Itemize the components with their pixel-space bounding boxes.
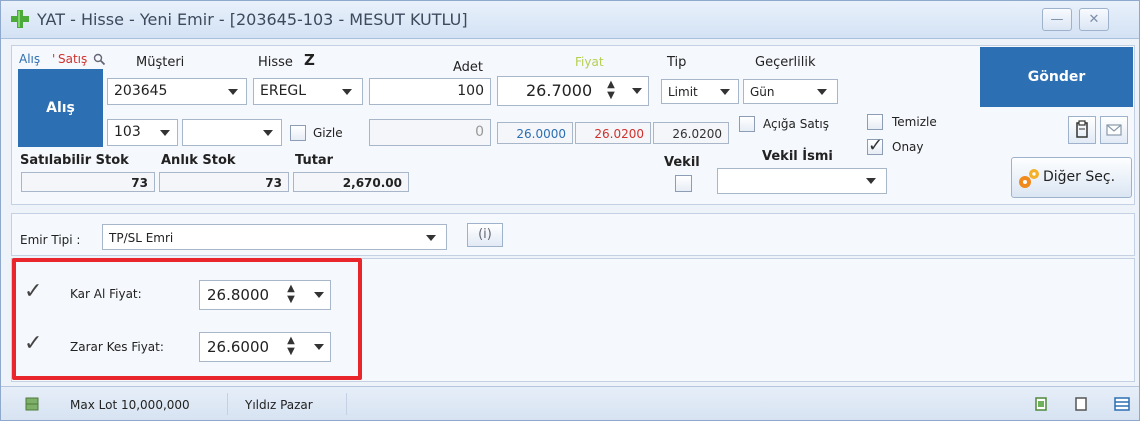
sellable-stock-value: 73 (21, 172, 155, 192)
list-icon[interactable] (1114, 397, 1130, 411)
instant-stock-value: 73 (159, 172, 289, 192)
customer-select[interactable]: 203645 (107, 78, 247, 105)
proxy-checkbox[interactable] (675, 175, 692, 192)
info-icon: (i) (478, 227, 492, 242)
clear-checkbox[interactable] (867, 114, 883, 130)
status-divider (227, 393, 228, 415)
chevron-down-icon (817, 89, 827, 95)
price-low-field: 26.0000 (497, 122, 573, 144)
side-separator: ' (52, 52, 56, 66)
other-options-button[interactable]: Diğer Seç. (1011, 157, 1132, 198)
quantity-secondary-input[interactable]: 0 (369, 119, 491, 146)
spin-up-icon[interactable]: ▲ (606, 80, 616, 90)
status-bar: Max Lot 10,000,000 Yıldız Pazar (1, 386, 1139, 420)
price-high-field: 26.0200 (575, 122, 651, 144)
minimize-icon: — (1050, 12, 1064, 27)
stock-select[interactable]: EREGL (253, 78, 363, 105)
max-lot-text: Max Lot 10,000,000 (70, 398, 190, 412)
instant-stock-label: Anlık Stok (161, 153, 236, 168)
chevron-down-icon (263, 130, 273, 136)
order-type-select[interactable]: TP/SL Emri (102, 224, 447, 250)
total-value: 2,670.00 (293, 172, 409, 192)
order-type-label: Emir Tipi : (20, 233, 81, 247)
close-button[interactable]: ✕ (1079, 8, 1109, 31)
account-select[interactable]: 103 (107, 119, 178, 146)
chevron-down-icon (866, 178, 876, 184)
doc-green-icon[interactable] (1034, 397, 1048, 411)
proxy-label: Vekil (664, 155, 700, 170)
status-divider (346, 393, 347, 415)
quantity-input[interactable]: 100 (369, 78, 491, 105)
customer-header: Müşteri (136, 55, 185, 70)
send-button[interactable]: Gönder (980, 47, 1133, 107)
price-header: Fiyat (575, 55, 604, 69)
plus-icon (11, 10, 29, 28)
validity-header: Geçerlilik (755, 55, 816, 70)
send-button-label: Gönder (1027, 69, 1086, 85)
total-label: Tutar (295, 153, 334, 168)
side-buy-link[interactable]: Alış (19, 52, 40, 66)
chevron-down-icon (720, 89, 730, 95)
side-sell-link[interactable]: Satış (58, 52, 87, 66)
buy-button-label: Alış (46, 100, 75, 116)
close-icon: ✕ (1088, 12, 1100, 27)
short-sell-label: Açığa Satış (763, 117, 829, 131)
sellable-stock-label: Satılabilir Stok (20, 153, 129, 168)
stock-header: Hisse (258, 55, 293, 70)
price-last-field: 26.0200 (653, 122, 729, 144)
clear-label: Temizle (892, 115, 937, 129)
proxy-name-select[interactable] (717, 168, 887, 194)
spin-down-icon[interactable]: ▼ (606, 91, 616, 101)
customer-value: 203645 (114, 83, 168, 99)
quantity-header: Adet (453, 60, 484, 75)
search-icon[interactable] (93, 53, 106, 66)
minimize-button[interactable]: — (1042, 8, 1072, 31)
order-type-value: TP/SL Emri (109, 231, 174, 245)
confirm-label: Onay (892, 140, 924, 154)
mail-button[interactable] (1100, 116, 1128, 144)
type-select[interactable]: Limit (661, 79, 739, 104)
title-bar: YAT - Hisse - Yeni Emir - [203645-103 - … (1, 1, 1139, 39)
other-options-label: Diğer Seç. (1043, 169, 1116, 185)
price-stepper[interactable]: 26.7000 ▲ ▼ (497, 76, 649, 106)
chevron-down-icon (160, 130, 170, 136)
validity-value: Gün (750, 85, 775, 99)
window-title: YAT - Hisse - Yeni Emir - [203645-103 - … (37, 10, 468, 29)
clipboard-icon (1076, 120, 1088, 138)
proxy-name-label: Vekil İsmi (762, 149, 833, 164)
hide-checkbox[interactable] (290, 125, 306, 141)
hide-label: Gizle (313, 126, 343, 140)
stock-value: EREGL (260, 83, 307, 99)
type-header: Tip (667, 55, 687, 70)
stock-z-header: Z (304, 51, 315, 69)
info-button[interactable]: (i) (467, 223, 503, 247)
chevron-down-icon (426, 235, 436, 241)
account-value: 103 (114, 124, 141, 140)
mail-icon (1106, 124, 1122, 136)
chevron-down-icon (342, 89, 352, 95)
check-icon: ✓ (868, 135, 884, 156)
buy-button[interactable]: Alış (18, 69, 103, 147)
market-text: Yıldız Pazar (245, 398, 313, 412)
short-sell-checkbox[interactable] (739, 116, 755, 132)
type-value: Limit (668, 85, 698, 99)
account-extra-select[interactable] (182, 119, 282, 146)
doc-icon[interactable] (1074, 397, 1088, 411)
chevron-down-icon[interactable] (632, 88, 642, 94)
chevron-down-icon (228, 89, 238, 95)
status-grid-icon (25, 397, 39, 411)
clipboard-button[interactable] (1068, 116, 1096, 144)
price-value: 26.7000 (526, 81, 593, 100)
highlight-box (12, 258, 362, 380)
gears-icon (1019, 169, 1039, 188)
order-window: YAT - Hisse - Yeni Emir - [203645-103 - … (0, 0, 1140, 421)
validity-select[interactable]: Gün (743, 79, 838, 104)
